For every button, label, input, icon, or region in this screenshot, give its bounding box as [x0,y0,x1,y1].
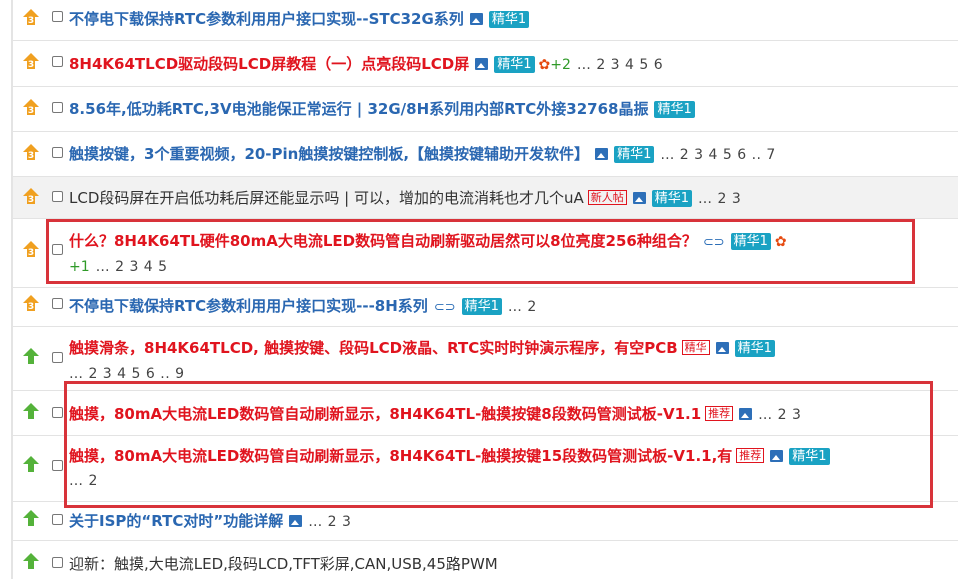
pagination[interactable]: … 2 3 4 5 [96,259,168,275]
thread-title[interactable]: 迎新：触摸,大电流LED,段码LCD,TFT彩屏,CAN,USB,45路PWM [69,555,498,573]
digest-badge: 精华1 [488,11,530,28]
thread-checkbox[interactable] [52,56,63,67]
tag-badge: 推荐 [705,406,734,421]
thread-row: 3 不停电下载保持RTC参数利用用户接口实现---8H系列 ⊂⊃ 精华1 … 2 [13,288,958,327]
digest-badge: 精华1 [461,298,502,315]
hot-3-icon: 3 [22,98,40,116]
thread-row: 3 LCD段码屏在开启低功耗后屏还能显示吗 | 可以，增加的电流消耗也才几个uA… [13,177,958,219]
thread-row: 关于ISP的“RTC对时”功能详解 … 2 3 [13,502,958,541]
svg-text:3: 3 [28,151,34,161]
digest-badge: 精华1 [734,340,775,357]
thread-row: 3 什么？8H4K64TL硬件80mA大电流LED数码管自动刷新驱动居然可以8位… [13,219,958,288]
thread-checkbox[interactable] [52,407,63,418]
newbie-badge: 新人帖 [587,190,627,205]
image-icon [595,148,609,160]
pagination[interactable]: … 2 [508,299,537,315]
thread-row: 3 8H4K64TLCD驱动段码LCD屏教程（一）点亮段码LCD屏 精华1 ✿+2 …… [13,41,958,87]
thread-title[interactable]: 8H4K64TLCD驱动段码LCD屏教程（一）点亮段码LCD屏 [69,55,469,73]
hot-3-icon: 3 [22,8,40,26]
svg-text:3: 3 [28,302,34,312]
thread-checkbox[interactable] [52,147,63,158]
thread-title[interactable]: 触摸，80mA大电流LED数码管自动刷新显示，8H4K64TL-触摸按键8段数码… [69,405,701,423]
svg-text:3: 3 [28,60,34,70]
image-icon [715,342,729,354]
digest-badge: 精华1 [654,101,695,118]
thread-checkbox[interactable] [52,11,63,22]
pagination[interactable]: … 2 3 [758,407,801,423]
digest-badge: 精华1 [789,448,830,465]
thread-title[interactable]: 什么？8H4K64TL硬件80mA大电流LED数码管自动刷新驱动居然可以8位亮度… [69,232,697,250]
thread-row: 触摸，80mA大电流LED数码管自动刷新显示，8H4K64TL-触摸按键15段数… [13,436,958,502]
thread-title[interactable]: 不停电下载保持RTC参数利用用户接口实现---8H系列 [69,297,428,315]
attachment-icon: ⊂⊃ [702,235,725,250]
hot-3-icon: 3 [22,52,40,70]
thread-checkbox[interactable] [52,460,63,471]
up-arrow-icon [22,509,40,527]
up-arrow-icon [22,402,40,420]
pagination[interactable]: … 2 3 [308,514,351,530]
hot-3-icon: 3 [22,240,40,258]
svg-text:3: 3 [28,106,34,116]
digest-badge: 精华1 [730,233,771,250]
thread-row: 3 触摸按键，3个重要视频，20-Pin触摸按键控制板,【触摸按键辅助开发软件】… [13,132,958,177]
rating-plus: +2 [550,57,571,73]
up-arrow-icon [22,455,40,473]
image-icon [632,192,646,204]
flower-icon: ✿ [774,234,787,250]
thread-checkbox[interactable] [52,514,63,525]
digest-badge: 精华1 [494,56,535,73]
image-icon [770,450,784,462]
digest-badge: 精华1 [651,190,693,207]
pagination[interactable]: … 2 3 [698,191,741,207]
thread-checkbox[interactable] [52,557,63,568]
thread-checkbox[interactable] [52,352,63,363]
thread-checkbox[interactable] [52,298,63,309]
svg-text:3: 3 [28,16,34,26]
thread-title[interactable]: 关于ISP的“RTC对时”功能详解 [69,512,283,530]
pagination[interactable]: … 2 3 4 5 6 [577,57,663,73]
thread-title[interactable]: 不停电下载保持RTC参数利用用户接口实现--STC32G系列 [69,10,464,28]
thread-row: 迎新：触摸,大电流LED,段码LCD,TFT彩屏,CAN,USB,45路PWM [13,541,958,579]
pagination[interactable]: … 2 3 4 5 6 .. 7 [660,147,776,163]
image-icon [475,58,489,70]
up-arrow-icon [22,552,40,570]
thread-title[interactable]: 触摸按键，3个重要视频，20-Pin触摸按键控制板,【触摸按键辅助开发软件】 [69,145,589,163]
thread-row: 3 不停电下载保持RTC参数利用用户接口实现--STC32G系列 精华1 [13,0,958,41]
thread-checkbox[interactable] [52,102,63,113]
thread-checkbox[interactable] [52,191,63,202]
thread-title[interactable]: 8.56年,低功耗RTC,3V电池能保正常运行 | 32G/8H系列用内部RTC… [69,100,648,118]
pagination[interactable]: … 2 3 4 5 6 .. 9 [69,366,185,382]
hot-3-icon: 3 [22,187,40,205]
digest-badge: 精华1 [614,146,655,163]
thread-row: 触摸，80mA大电流LED数码管自动刷新显示，8H4K64TL-触摸按键8段数码… [13,391,958,436]
thread-checkbox[interactable] [52,244,63,255]
tag-badge: 精华 [681,340,710,355]
tag-badge: 推荐 [736,448,765,463]
image-icon [289,515,303,527]
thread-title[interactable]: 触摸，80mA大电流LED数码管自动刷新显示，8H4K64TL-触摸按键15段数… [69,447,732,465]
pagination[interactable]: … 2 [69,473,98,489]
hot-3-icon: 3 [22,143,40,161]
thread-title[interactable]: LCD段码屏在开启低功耗后屏还能显示吗 | 可以，增加的电流消耗也才几个uA [69,189,584,207]
rating-plus: +1 [69,259,90,275]
flower-icon: ✿ [538,57,551,73]
svg-text:3: 3 [28,195,34,205]
attachment-icon: ⊂⊃ [433,300,456,315]
up-arrow-icon [22,347,40,365]
thread-row: 触摸滑条，8H4K64TLCD, 触摸按键、段码LCD液晶、RTC实时时钟演示程… [13,327,958,391]
thread-title[interactable]: 触摸滑条，8H4K64TLCD, 触摸按键、段码LCD液晶、RTC实时时钟演示程… [69,339,678,357]
svg-text:3: 3 [28,248,34,258]
image-icon [739,408,753,420]
thread-row: 3 8.56年,低功耗RTC,3V电池能保正常运行 | 32G/8H系列用内部R… [13,87,958,132]
hot-3-icon: 3 [22,294,40,312]
image-icon [469,13,483,25]
